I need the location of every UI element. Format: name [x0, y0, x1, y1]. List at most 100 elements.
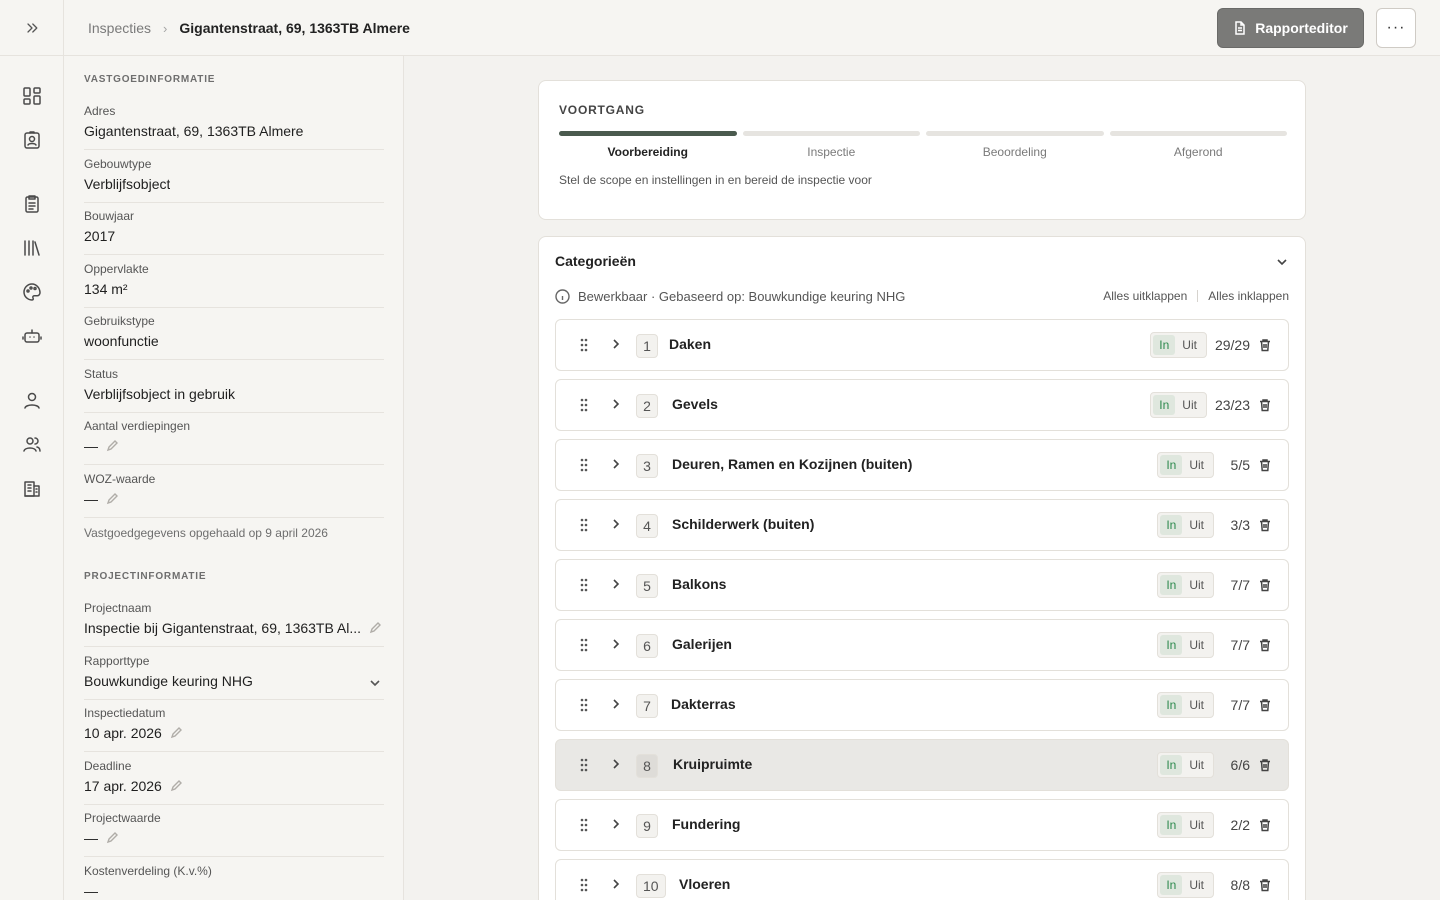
trash-icon[interactable] — [1258, 878, 1272, 892]
trash-icon[interactable] — [1258, 518, 1272, 532]
toggle-in[interactable]: In — [1160, 875, 1183, 895]
category-row[interactable]: 10 Vloeren In Uit 8/8 — [555, 859, 1289, 900]
id-badge-icon[interactable] — [20, 128, 44, 152]
trash-icon[interactable] — [1258, 458, 1272, 472]
building-icon[interactable] — [20, 476, 44, 500]
chevron-right-icon[interactable] — [609, 637, 623, 651]
chevron-right-icon[interactable] — [609, 457, 623, 471]
toggle-in[interactable]: In — [1160, 575, 1183, 595]
category-row[interactable]: 8 Kruipruimte In Uit 6/6 — [555, 739, 1289, 791]
drag-handle-icon[interactable] — [576, 877, 592, 893]
field-woz-waarde[interactable]: WOZ-waarde — — [84, 472, 384, 518]
in-uit-toggle[interactable]: In Uit — [1157, 572, 1214, 598]
toggle-uit[interactable]: Uit — [1182, 578, 1211, 592]
toggle-uit[interactable]: Uit — [1182, 878, 1211, 892]
in-uit-toggle[interactable]: In Uit — [1157, 812, 1214, 838]
drag-handle-icon[interactable] — [576, 697, 592, 713]
trash-icon[interactable] — [1258, 398, 1272, 412]
toggle-uit[interactable]: Uit — [1182, 818, 1211, 832]
pencil-icon[interactable] — [106, 493, 118, 505]
robot-icon[interactable] — [20, 324, 44, 348]
trash-icon[interactable] — [1258, 638, 1272, 652]
pencil-icon[interactable] — [170, 727, 182, 739]
users-icon[interactable] — [20, 432, 44, 456]
drag-handle-icon[interactable] — [576, 337, 592, 353]
category-row[interactable]: 3 Deuren, Ramen en Kozijnen (buiten) In U… — [555, 439, 1289, 491]
drag-handle-icon[interactable] — [576, 577, 592, 593]
category-row[interactable]: 5 Balkons In Uit 7/7 — [555, 559, 1289, 611]
toggle-uit[interactable]: Uit — [1182, 458, 1211, 472]
toggle-uit[interactable]: Uit — [1175, 338, 1204, 352]
toggle-uit[interactable]: Uit — [1182, 698, 1211, 712]
category-row[interactable]: 9 Fundering In Uit 2/2 — [555, 799, 1289, 851]
drag-handle-icon[interactable] — [576, 757, 592, 773]
toggle-in[interactable]: In — [1160, 455, 1183, 475]
more-options-button[interactable]: ··· — [1376, 8, 1416, 48]
trash-icon[interactable] — [1258, 578, 1272, 592]
trash-icon[interactable] — [1258, 698, 1272, 712]
pencil-icon[interactable] — [106, 832, 118, 844]
palette-icon[interactable] — [20, 280, 44, 304]
library-icon[interactable] — [20, 236, 44, 260]
category-row[interactable]: 4 Schilderwerk (buiten) In Uit 3/3 — [555, 499, 1289, 551]
toggle-in[interactable]: In — [1153, 395, 1176, 415]
field-inspectiedatum[interactable]: Inspectiedatum 10 apr. 2026 — [84, 706, 384, 752]
toggle-in[interactable]: In — [1160, 815, 1183, 835]
toggle-in[interactable]: In — [1160, 755, 1183, 775]
chevron-right-icon[interactable] — [609, 877, 623, 891]
toggle-uit[interactable]: Uit — [1182, 638, 1211, 652]
toggle-in[interactable]: In — [1160, 695, 1183, 715]
trash-icon[interactable] — [1258, 338, 1272, 352]
field-projectwaarde[interactable]: Projectwaarde — — [84, 811, 384, 857]
drag-handle-icon[interactable] — [576, 457, 592, 473]
chevron-right-icon[interactable] — [609, 397, 623, 411]
collapse-all-link[interactable]: Alles inklappen — [1208, 289, 1289, 303]
rapporteditor-button[interactable]: Rapporteditor — [1217, 8, 1364, 48]
expand-all-link[interactable]: Alles uitklappen — [1103, 289, 1187, 303]
chevron-right-icon[interactable] — [609, 517, 623, 531]
drag-handle-icon[interactable] — [576, 637, 592, 653]
step-beoordeling[interactable]: Beoordeling — [926, 131, 1104, 159]
field-aantal-verdiepingen[interactable]: Aantal verdiepingen — — [84, 419, 384, 465]
chevron-down-icon[interactable] — [368, 676, 382, 690]
category-row[interactable]: 6 Galerijen In Uit 7/7 — [555, 619, 1289, 671]
step-afgerond[interactable]: Afgerond — [1109, 131, 1287, 159]
chevron-down-icon[interactable] — [1275, 255, 1289, 269]
category-row[interactable]: 7 Dakterras In Uit 7/7 — [555, 679, 1289, 731]
drag-handle-icon[interactable] — [576, 397, 592, 413]
in-uit-toggle[interactable]: In Uit — [1157, 872, 1214, 898]
toggle-uit[interactable]: Uit — [1182, 758, 1211, 772]
drag-handle-icon[interactable] — [576, 817, 592, 833]
in-uit-toggle[interactable]: In Uit — [1150, 392, 1207, 418]
trash-icon[interactable] — [1258, 818, 1272, 832]
toggle-in[interactable]: In — [1160, 635, 1183, 655]
breadcrumb-parent-link[interactable]: Inspecties — [88, 20, 151, 36]
user-icon[interactable] — [20, 388, 44, 412]
chevron-right-icon[interactable] — [609, 757, 623, 771]
step-inspectie[interactable]: Inspectie — [742, 131, 920, 159]
step-voorbereiding[interactable]: Voorbereiding — [559, 131, 737, 159]
category-row[interactable]: 1 Daken In Uit 29/29 — [555, 319, 1289, 371]
pencil-icon[interactable] — [106, 440, 118, 452]
field-projectnaam[interactable]: Projectnaam Inspectie bij Gigantenstraat… — [84, 601, 384, 647]
in-uit-toggle[interactable]: In Uit — [1157, 452, 1214, 478]
toggle-uit[interactable]: Uit — [1182, 518, 1211, 532]
in-uit-toggle[interactable]: In Uit — [1157, 692, 1214, 718]
drag-handle-icon[interactable] — [576, 517, 592, 533]
chevron-right-icon[interactable] — [609, 817, 623, 831]
chevron-right-icon[interactable] — [609, 697, 623, 711]
toggle-uit[interactable]: Uit — [1175, 398, 1204, 412]
field-deadline[interactable]: Deadline 17 apr. 2026 — [84, 759, 384, 805]
chevron-right-icon[interactable] — [609, 337, 623, 351]
chevron-right-icon[interactable] — [609, 577, 623, 591]
in-uit-toggle[interactable]: In Uit — [1157, 632, 1214, 658]
in-uit-toggle[interactable]: In Uit — [1150, 332, 1207, 358]
toggle-in[interactable]: In — [1160, 515, 1183, 535]
toggle-in[interactable]: In — [1153, 335, 1176, 355]
pencil-icon[interactable] — [170, 780, 182, 792]
in-uit-toggle[interactable]: In Uit — [1157, 752, 1214, 778]
trash-icon[interactable] — [1258, 758, 1272, 772]
field-kostenverdeling[interactable]: Kostenverdeling (K.v.%) — — [84, 864, 384, 900]
field-rapporttype[interactable]: Rapporttype Bouwkundige keuring NHG — [84, 654, 384, 700]
in-uit-toggle[interactable]: In Uit — [1157, 512, 1214, 538]
